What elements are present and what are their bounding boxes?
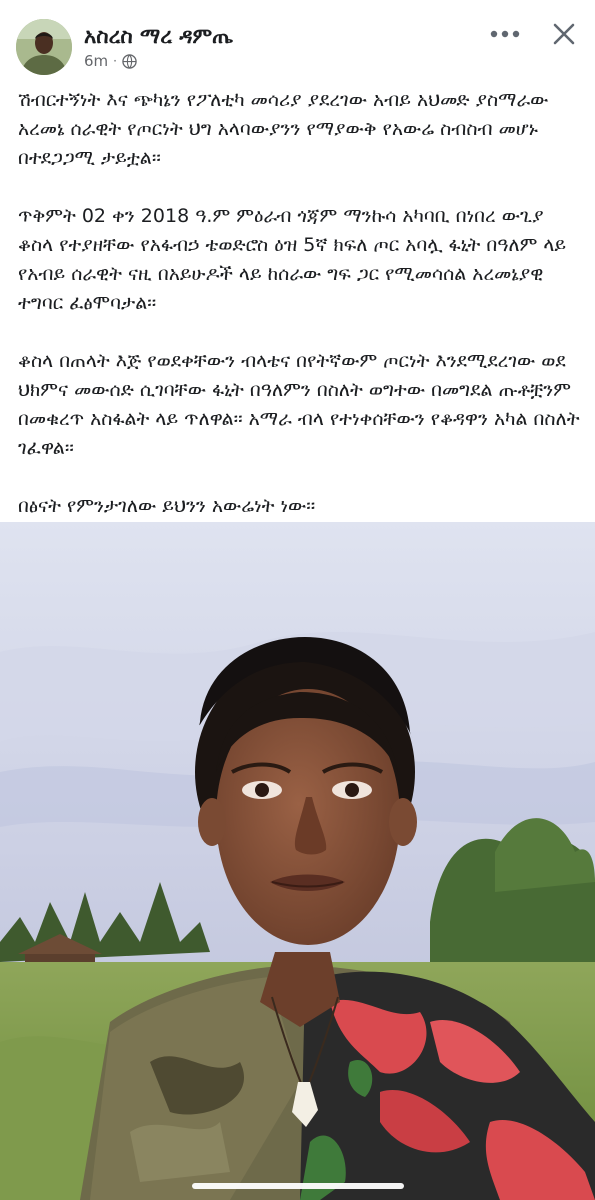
post-time[interactable]: 6m (84, 52, 108, 70)
post-meta: 6m · (84, 52, 137, 70)
more-dots-icon (490, 30, 520, 38)
post-paragraph: ጥቅምት 02 ቀን 2018 ዓ.ም ምዕራብ ጎጃም ማንኩሳ አካባቢ በ… (18, 205, 567, 314)
post-paragraph: ቆስላ በጠላት እጅ የወደቀቸውን ብላቴና በየትኛውም ጦርነት እንደ… (18, 350, 580, 459)
close-icon (553, 23, 575, 45)
author-name[interactable]: አስረስ ማረ ዳምጤ (84, 24, 233, 49)
author-avatar[interactable] (16, 19, 72, 75)
post-paragraph: ሽብርተኝነት እና ጭካኔን የፖለቲካ መሳሪያ ያደረገው አብይ አህመ… (18, 89, 549, 169)
portrait-photo (0, 522, 595, 1200)
close-button[interactable] (548, 18, 580, 50)
post-text: ሽብርተኝነት እና ጭካኔን የፖለቲካ መሳሪያ ያደረገው አብይ አህመ… (18, 86, 583, 550)
meta-separator: · (113, 54, 117, 68)
post-photo[interactable] (0, 522, 595, 1200)
avatar-image (16, 19, 72, 75)
more-options-button[interactable] (488, 22, 522, 46)
globe-icon[interactable] (122, 53, 137, 69)
post-paragraph: በፅናት የምንታገለው ይህንን አውሬነት ነው፡፡ (18, 495, 316, 517)
post-header: አስረስ ማረ ዳምጤ 6m · (0, 0, 595, 80)
facebook-post: አስረስ ማረ ዳምጤ 6m · ሽብርተኝነት እና ጭካኔን የፖለቲካ መ… (0, 0, 595, 1200)
home-indicator[interactable] (192, 1183, 404, 1189)
